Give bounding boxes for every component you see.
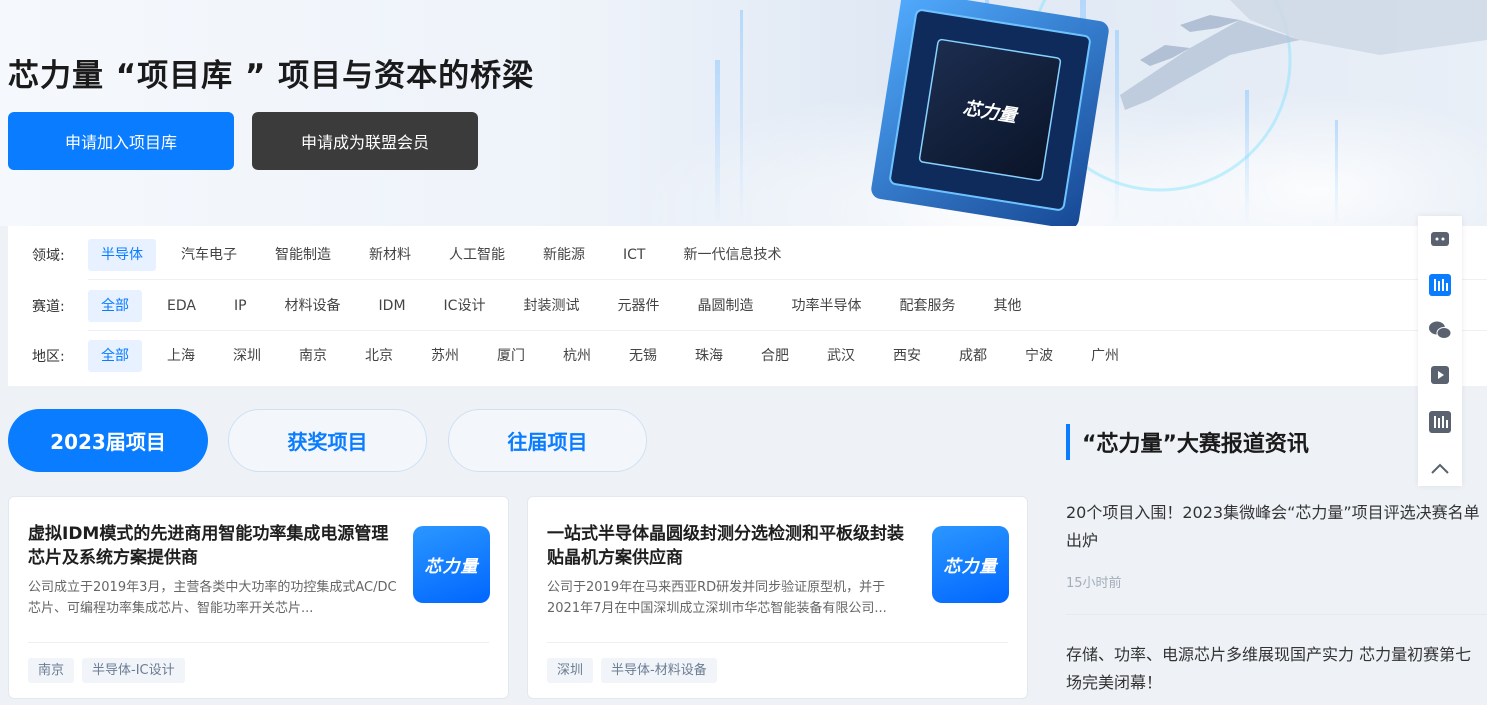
filter-option[interactable]: 北京 <box>352 340 406 372</box>
filter-option[interactable]: 新材料 <box>356 239 424 271</box>
divider <box>28 642 489 643</box>
news-item-title[interactable]: 存储、功率、电源芯片多维展现国产实力 芯力量初赛第七场完美闭幕！ <box>1066 641 1487 697</box>
project-card[interactable]: 虚拟IDM模式的先进商用智能功率集成电源管理芯片及系统方案提供商 公司成立于20… <box>8 496 509 699</box>
logo-text: 芯力量 <box>943 557 998 577</box>
filter-option[interactable]: 上海 <box>154 340 208 372</box>
filter-option[interactable]: 成都 <box>946 340 1000 372</box>
filter-option[interactable]: 功率半导体 <box>778 290 874 322</box>
filter-option[interactable]: 厦门 <box>484 340 538 372</box>
project-description: 公司于2019年在马来西亚RD研发并同步验证原型机，并于2021年7月在中国深圳… <box>547 580 887 616</box>
logo-text: 芯力量 <box>424 557 479 577</box>
project-description: 公司成立于2019年3月，主营各类中大功率的功控集成式AC/DC芯片、可编程功率… <box>28 580 397 616</box>
divider <box>547 642 1008 643</box>
project-logo: 芯力量 <box>932 526 1009 603</box>
filter-option[interactable]: 西安 <box>880 340 934 372</box>
tab-award-projects[interactable]: 获奖项目 <box>228 409 427 472</box>
filter-option[interactable]: 广州 <box>1078 340 1132 372</box>
filter-row-field: 领域: 半导体 汽车电子 智能制造 新材料 人工智能 新能源 ICT 新一代信息… <box>8 230 1487 280</box>
project-logo: 芯力量 <box>413 526 490 603</box>
news-item-title[interactable]: 20个项目入围！2023集微峰会“芯力量”项目评选决赛名单出炉 <box>1066 499 1487 555</box>
filter-option[interactable]: 元器件 <box>604 290 672 322</box>
chip-body: 芯力量 <box>871 0 1109 226</box>
filter-option[interactable]: 其他 <box>980 290 1034 322</box>
filter-label-region: 地区: <box>32 349 65 365</box>
filter-option[interactable]: 合肥 <box>748 340 802 372</box>
tab-past-projects[interactable]: 往届项目 <box>448 409 647 472</box>
filter-option[interactable]: 配套服务 <box>886 290 968 322</box>
video-icon[interactable] <box>1418 353 1462 397</box>
filter-options-region: 全部 上海 深圳 南京 北京 苏州 厦门 杭州 无锡 珠海 合肥 武汉 西安 成… <box>88 340 1144 372</box>
project-tags: 南京 半导体-IC设计 <box>28 658 193 683</box>
filter-options-track: 全部 EDA IP 材料设备 IDM IC设计 封装测试 元器件 晶圆制造 功率… <box>88 290 1046 322</box>
filter-label-track: 赛道: <box>32 299 65 315</box>
filter-option[interactable]: 材料设备 <box>272 290 354 322</box>
filter-row-track: 赛道: 全部 EDA IP 材料设备 IDM IC设计 封装测试 元器件 晶圆制… <box>8 281 1487 331</box>
filter-panel: 领域: 半导体 汽车电子 智能制造 新材料 人工智能 新能源 ICT 新一代信息… <box>8 226 1487 386</box>
filter-option[interactable]: 南京 <box>286 340 340 372</box>
filter-option[interactable]: 人工智能 <box>436 239 518 271</box>
filter-option[interactable]: 智能制造 <box>262 239 344 271</box>
filter-option[interactable]: IP <box>221 290 260 322</box>
back-to-top-icon[interactable] <box>1418 446 1462 490</box>
filter-option[interactable]: 新能源 <box>530 239 598 271</box>
join-alliance-button[interactable]: 申请成为联盟会员 <box>252 112 478 170</box>
filter-option[interactable]: 杭州 <box>550 340 604 372</box>
filter-option[interactable]: 全部 <box>88 290 142 322</box>
divider <box>88 279 1487 280</box>
filter-option[interactable]: 汽车电子 <box>168 239 250 271</box>
filter-option[interactable]: IDM <box>366 290 419 322</box>
project-title[interactable]: 虚拟IDM模式的先进商用智能功率集成电源管理芯片及系统方案提供商 <box>28 522 398 570</box>
filter-options-field: 半导体 汽车电子 智能制造 新材料 人工智能 新能源 ICT 新一代信息技术 <box>88 239 806 271</box>
project-title[interactable]: 一站式半导体晶圆级封测分选检测和平板级封装贴晶机方案供应商 <box>547 522 917 570</box>
news-item-time: 15小时前 <box>1066 576 1122 591</box>
news-heading-accent <box>1066 424 1070 460</box>
filter-option[interactable]: 深圳 <box>220 340 274 372</box>
floating-toolbar <box>1418 216 1462 486</box>
category-tag: 半导体-IC设计 <box>82 658 185 683</box>
filter-option[interactable]: 封装测试 <box>510 290 592 322</box>
page-title: 芯力量 “项目库 ” 项目与资本的桥梁 <box>8 58 535 94</box>
filter-label-field: 领域: <box>32 248 65 264</box>
project-tags: 深圳 半导体-材料设备 <box>547 658 725 683</box>
region-tag: 深圳 <box>547 658 594 683</box>
divider <box>1066 614 1487 615</box>
join-project-library-button[interactable]: 申请加入项目库 <box>8 112 234 170</box>
filter-option[interactable]: 武汉 <box>814 340 868 372</box>
filter-option[interactable]: ICT <box>610 239 658 271</box>
filter-option[interactable]: 宁波 <box>1012 340 1066 372</box>
region-tag: 南京 <box>28 658 75 683</box>
message-icon[interactable] <box>1418 218 1462 262</box>
filter-option[interactable]: IC设计 <box>431 290 499 322</box>
filter-option[interactable]: 全部 <box>88 340 142 372</box>
wechat-icon[interactable] <box>1418 308 1462 352</box>
project-card[interactable]: 一站式半导体晶圆级封测分选检测和平板级封装贴晶机方案供应商 公司于2019年在马… <box>527 496 1028 699</box>
jiwei-logo-icon[interactable] <box>1418 263 1462 307</box>
filter-row-region: 地区: 全部 上海 深圳 南京 北京 苏州 厦门 杭州 无锡 珠海 合肥 武汉 … <box>8 331 1487 381</box>
filter-option[interactable]: 珠海 <box>682 340 736 372</box>
filter-option[interactable]: 新一代信息技术 <box>670 239 794 271</box>
tab-2023-projects[interactable]: 2023届项目 <box>8 409 208 472</box>
filter-option[interactable]: EDA <box>154 290 209 322</box>
robot-hand <box>1120 0 1487 110</box>
jiwei-app-icon[interactable] <box>1418 400 1462 444</box>
hero-banner: 芯力量 芯力量 “项目库 ” 项目与资本的桥梁 申请加入项目库 申请成为联盟会员 <box>0 0 1487 226</box>
filter-option[interactable]: 无锡 <box>616 340 670 372</box>
filter-option[interactable]: 晶圆制造 <box>684 290 766 322</box>
category-tag: 半导体-材料设备 <box>601 658 717 683</box>
news-heading: “芯力量”大赛报道资讯 <box>1082 432 1309 457</box>
filter-option[interactable]: 苏州 <box>418 340 472 372</box>
filter-option[interactable]: 半导体 <box>88 239 156 271</box>
